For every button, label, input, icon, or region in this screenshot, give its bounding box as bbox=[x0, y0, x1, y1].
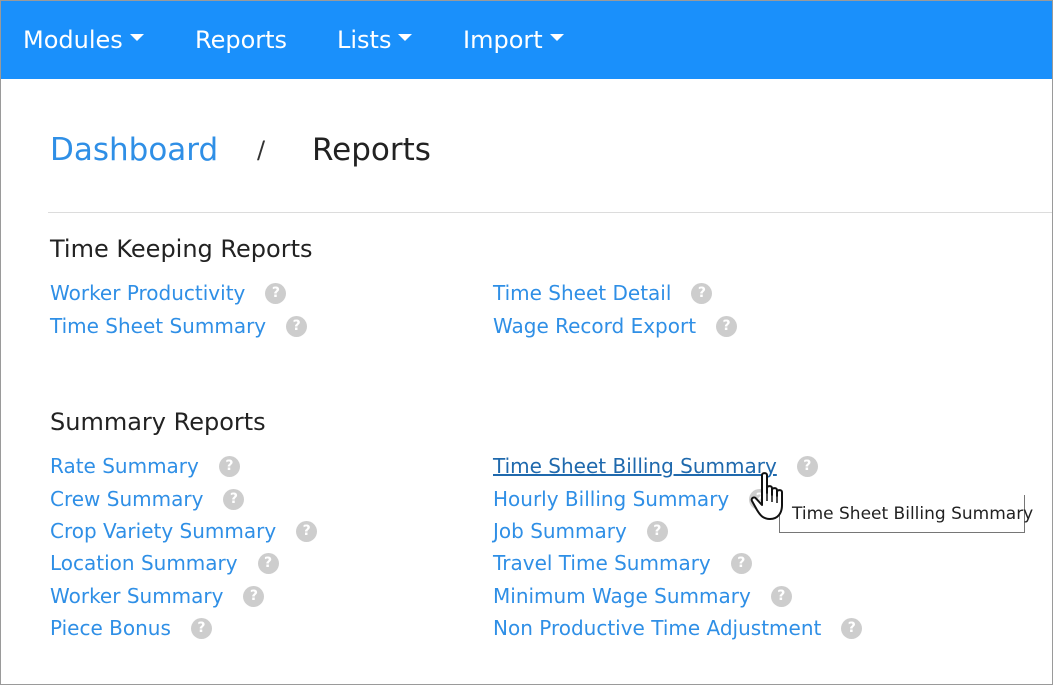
question-circle-icon[interactable]: ? bbox=[296, 520, 318, 542]
breadcrumb-dashboard-link[interactable]: Dashboard bbox=[50, 132, 218, 168]
question-circle-icon[interactable]: ? bbox=[716, 315, 738, 337]
report-link-worker-productivity[interactable]: Worker Productivity bbox=[50, 280, 245, 306]
report-link-time-sheet-billing-summary[interactable]: Time Sheet Billing Summary bbox=[493, 453, 777, 479]
breadcrumb-separator: / bbox=[257, 136, 266, 164]
nav-modules-dropdown[interactable]: Modules bbox=[23, 1, 144, 79]
report-item: Crop Variety Summary ? bbox=[50, 518, 318, 544]
report-link-minimum-wage-summary[interactable]: Minimum Wage Summary bbox=[493, 583, 751, 609]
report-item: Hourly Billing Summary ? bbox=[493, 486, 771, 512]
report-item: Wage Record Export ? bbox=[493, 313, 738, 339]
report-link-rate-summary[interactable]: Rate Summary bbox=[50, 453, 199, 479]
report-item: Minimum Wage Summary ? bbox=[493, 583, 792, 609]
question-circle-icon[interactable]: ? bbox=[243, 585, 265, 607]
question-circle-icon[interactable]: ? bbox=[257, 552, 279, 574]
report-item: Rate Summary ? bbox=[50, 453, 240, 479]
header-divider bbox=[48, 212, 1052, 213]
report-item: Travel Time Summary ? bbox=[493, 550, 752, 576]
question-circle-icon[interactable]: ? bbox=[223, 488, 245, 510]
question-circle-icon[interactable]: ? bbox=[265, 282, 287, 304]
breadcrumb-current-page: Reports bbox=[312, 132, 431, 168]
section-title-summary: Summary Reports bbox=[50, 408, 266, 436]
report-link-travel-time-summary[interactable]: Travel Time Summary bbox=[493, 550, 711, 576]
nav-import-dropdown[interactable]: Import bbox=[463, 1, 564, 79]
caret-down-icon bbox=[398, 33, 413, 41]
caret-down-icon bbox=[129, 33, 144, 41]
question-circle-icon[interactable]: ? bbox=[646, 520, 668, 542]
report-item: Piece Bonus ? bbox=[50, 615, 212, 641]
report-link-wage-record-export[interactable]: Wage Record Export bbox=[493, 313, 696, 339]
question-circle-icon[interactable]: ? bbox=[691, 282, 713, 304]
report-item: Crew Summary ? bbox=[50, 486, 245, 512]
nav-reports-link[interactable]: Reports bbox=[195, 1, 287, 79]
report-item: Worker Productivity ? bbox=[50, 280, 287, 306]
report-link-piece-bonus[interactable]: Piece Bonus bbox=[50, 615, 171, 641]
report-link-worker-summary[interactable]: Worker Summary bbox=[50, 583, 223, 609]
nav-lists-label: Lists bbox=[337, 26, 392, 54]
report-item: Job Summary ? bbox=[493, 518, 668, 544]
report-item: Time Sheet Detail ? bbox=[493, 280, 713, 306]
report-link-crew-summary[interactable]: Crew Summary bbox=[50, 486, 203, 512]
nav-lists-dropdown[interactable]: Lists bbox=[337, 1, 413, 79]
question-circle-icon[interactable]: ? bbox=[286, 315, 308, 337]
question-circle-icon[interactable]: ? bbox=[796, 455, 818, 477]
report-link-time-sheet-summary[interactable]: Time Sheet Summary bbox=[50, 313, 266, 339]
tooltip: Time Sheet Billing Summary bbox=[779, 495, 1033, 533]
report-link-location-summary[interactable]: Location Summary bbox=[50, 550, 238, 576]
report-link-crop-variety-summary[interactable]: Crop Variety Summary bbox=[50, 518, 276, 544]
report-link-non-productive-time-adjustment[interactable]: Non Productive Time Adjustment bbox=[493, 615, 821, 641]
report-link-time-sheet-detail[interactable]: Time Sheet Detail bbox=[493, 280, 671, 306]
question-circle-icon[interactable]: ? bbox=[770, 585, 792, 607]
question-circle-icon[interactable]: ? bbox=[218, 455, 240, 477]
report-item: Time Sheet Summary ? bbox=[50, 313, 308, 339]
question-circle-icon[interactable]: ? bbox=[190, 617, 212, 639]
section-title-time-keeping: Time Keeping Reports bbox=[50, 235, 313, 263]
report-item: Location Summary ? bbox=[50, 550, 279, 576]
report-link-job-summary[interactable]: Job Summary bbox=[493, 518, 627, 544]
nav-reports-label: Reports bbox=[195, 26, 288, 54]
report-link-hourly-billing-summary[interactable]: Hourly Billing Summary bbox=[493, 486, 729, 512]
top-navbar: Modules Reports Lists Import bbox=[1, 1, 1052, 79]
hand-pointer-cursor-icon bbox=[750, 472, 783, 520]
nav-import-label: Import bbox=[463, 26, 543, 54]
report-item: Worker Summary ? bbox=[50, 583, 265, 609]
nav-modules-label: Modules bbox=[23, 26, 123, 54]
caret-down-icon bbox=[549, 33, 564, 41]
report-item: Non Productive Time Adjustment ? bbox=[493, 615, 863, 641]
question-circle-icon[interactable]: ? bbox=[730, 552, 752, 574]
question-circle-icon[interactable]: ? bbox=[841, 617, 863, 639]
